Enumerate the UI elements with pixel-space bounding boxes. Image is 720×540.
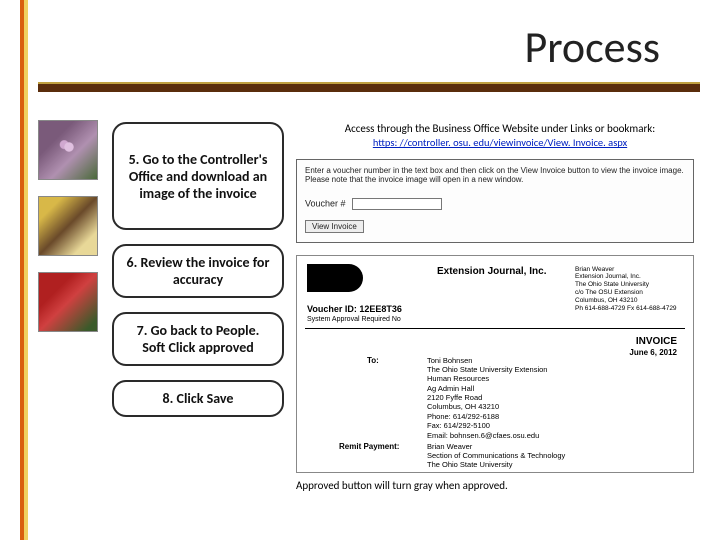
flower-image-3	[38, 272, 98, 332]
step-5: 5. Go to the Controller's Office and dow…	[112, 122, 284, 230]
step-6: 6. Review the invoice for accuracy	[112, 244, 284, 298]
step-8: 8. Click Save	[112, 380, 284, 417]
slide: Process 5. Go to the Controller's Office…	[0, 0, 720, 540]
system-approval-line: System Approval Required No	[307, 316, 401, 323]
voucher-id: Voucher ID: 12EE8T36	[307, 304, 402, 314]
invoice-heading: INVOICE	[636, 336, 677, 347]
image-strip	[38, 120, 100, 348]
voucher-label: Voucher #	[305, 198, 346, 208]
sender-address: Brian Weaver Extension Journal, Inc. The…	[575, 266, 685, 313]
access-link[interactable]: https: //controller. osu. edu/viewinvoic…	[373, 136, 627, 149]
to-label: To:	[367, 356, 379, 365]
invoice-date: June 6, 2012	[629, 348, 677, 357]
accent-bar	[20, 0, 28, 540]
osu-logo	[307, 264, 363, 292]
invoice-divider	[305, 328, 685, 329]
access-text: Access through the Business Office Websi…	[296, 122, 704, 151]
voucher-input[interactable]	[352, 198, 442, 210]
remit-address: Brian Weaver Section of Communications &…	[427, 442, 565, 470]
title-divider	[38, 82, 700, 92]
flower-image-2	[38, 196, 98, 256]
step-7: 7. Go back to People. Soft Click approve…	[112, 312, 284, 366]
invoice-preview: Extension Journal, Inc. Brian Weaver Ext…	[296, 255, 694, 473]
steps-column: 5. Go to the Controller's Office and dow…	[112, 122, 284, 431]
remit-label: Remit Payment:	[339, 442, 399, 451]
journal-title: Extension Journal, Inc.	[437, 266, 546, 277]
right-column: Access through the Business Office Websi…	[296, 122, 704, 492]
view-invoice-panel: Enter a voucher number in the text box a…	[296, 159, 694, 243]
access-intro: Access through the Business Office Websi…	[345, 122, 656, 135]
page-title: Process	[525, 20, 660, 74]
footer-note: Approved button will turn gray when appr…	[296, 479, 704, 492]
voucher-row: Voucher #	[305, 198, 685, 210]
to-address: Toni Bohnsen The Ohio State University E…	[427, 356, 547, 440]
view-invoice-button[interactable]: View Invoice	[305, 220, 364, 233]
panel-instructions: Enter a voucher number in the text box a…	[305, 166, 685, 184]
flower-image-1	[38, 120, 98, 180]
